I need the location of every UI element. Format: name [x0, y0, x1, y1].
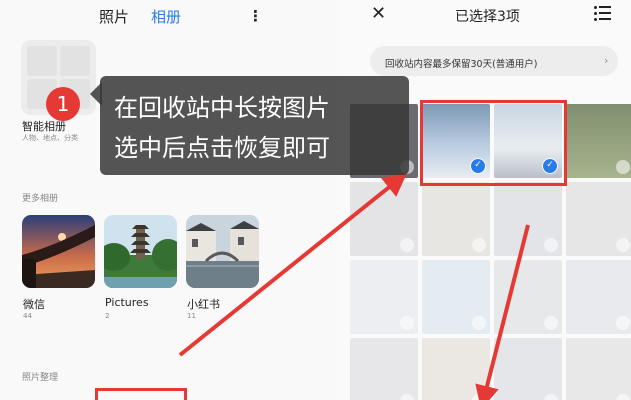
arrow-to-selection: [178, 172, 408, 357]
arrow-to-restore: [475, 224, 530, 400]
instruction-line-2: 选中后点击恢复即可: [114, 134, 330, 162]
instruction-callout: 在回收站中长按图片 选中后点击恢复即可: [100, 76, 409, 175]
step-number-badge: 1: [46, 87, 80, 121]
annotation-arrows: [178, 172, 530, 400]
instruction-line-1: 在回收站中长按图片: [114, 94, 330, 122]
